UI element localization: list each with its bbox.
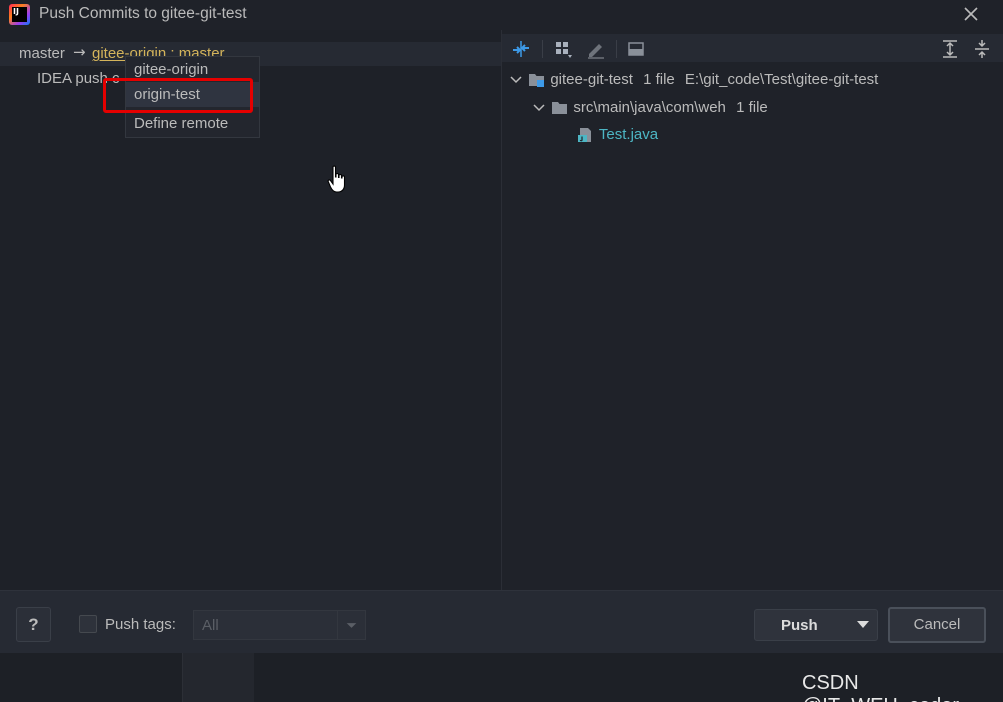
expand-all-icon[interactable] <box>939 38 961 60</box>
folder-icon <box>552 102 568 115</box>
highlight-annotation <box>103 78 253 113</box>
changes-panel: gitee-git-test 1 file E:\git_code\Test\g… <box>502 30 1003 590</box>
tree-folder-row[interactable]: src\main\java\com\weh 1 file <box>531 96 768 120</box>
changes-toolbar <box>502 34 1003 62</box>
folder-name: src\main\java\com\weh <box>573 99 726 116</box>
module-folder-icon <box>529 74 545 88</box>
background-panel <box>182 653 254 702</box>
java-file-icon <box>578 128 591 143</box>
title-bar: IJ Push Commits to gitee-git-test <box>0 0 1003 30</box>
root-path: E:\git_code\Test\gitee-git-test <box>684 71 879 88</box>
push-arrow: → <box>73 43 86 61</box>
edit-source-icon[interactable] <box>585 38 607 60</box>
preview-diff-icon[interactable] <box>625 38 647 60</box>
push-button[interactable]: Push <box>754 609 878 641</box>
help-button[interactable]: ? <box>16 607 51 642</box>
cancel-button[interactable]: Cancel <box>888 607 986 643</box>
dropdown-arrow-icon <box>337 611 357 639</box>
file-name: Test.java <box>598 126 659 143</box>
toolbar-separator <box>616 40 617 58</box>
show-diff-icon[interactable] <box>510 38 532 60</box>
chevron-down-icon[interactable] <box>508 72 524 88</box>
root-name: gitee-git-test <box>550 71 633 88</box>
push-tags-select[interactable]: All <box>193 610 366 640</box>
chevron-down-icon[interactable] <box>531 100 547 116</box>
hand-cursor-icon <box>327 165 346 193</box>
toolbar-separator <box>542 40 543 58</box>
watermark: CSDN @IT_WEH_coder <box>802 672 959 702</box>
folder-count: 1 file <box>736 99 768 116</box>
push-button-label: Push <box>781 617 818 634</box>
window-title: Push Commits to gitee-git-test <box>39 5 247 22</box>
tree-file-row[interactable]: Test.java <box>577 123 658 147</box>
source-branch: master <box>19 45 65 62</box>
push-options-arrow-icon[interactable] <box>857 621 869 629</box>
intellij-logo-icon: IJ <box>9 4 30 25</box>
tree-root-row[interactable]: gitee-git-test 1 file E:\git_code\Test\g… <box>508 68 878 92</box>
push-tags-value: All <box>202 617 219 634</box>
group-by-icon[interactable] <box>553 38 575 60</box>
popup-item-define-remote[interactable]: Define remote <box>126 111 259 136</box>
push-tags-checkbox[interactable] <box>79 615 97 633</box>
collapse-all-icon[interactable] <box>971 38 993 60</box>
dialog-footer: ? Push tags: All Push Cancel <box>0 590 1003 653</box>
root-count: 1 file <box>643 71 675 88</box>
push-tags-label: Push tags: <box>105 616 176 633</box>
close-icon[interactable] <box>960 3 982 25</box>
